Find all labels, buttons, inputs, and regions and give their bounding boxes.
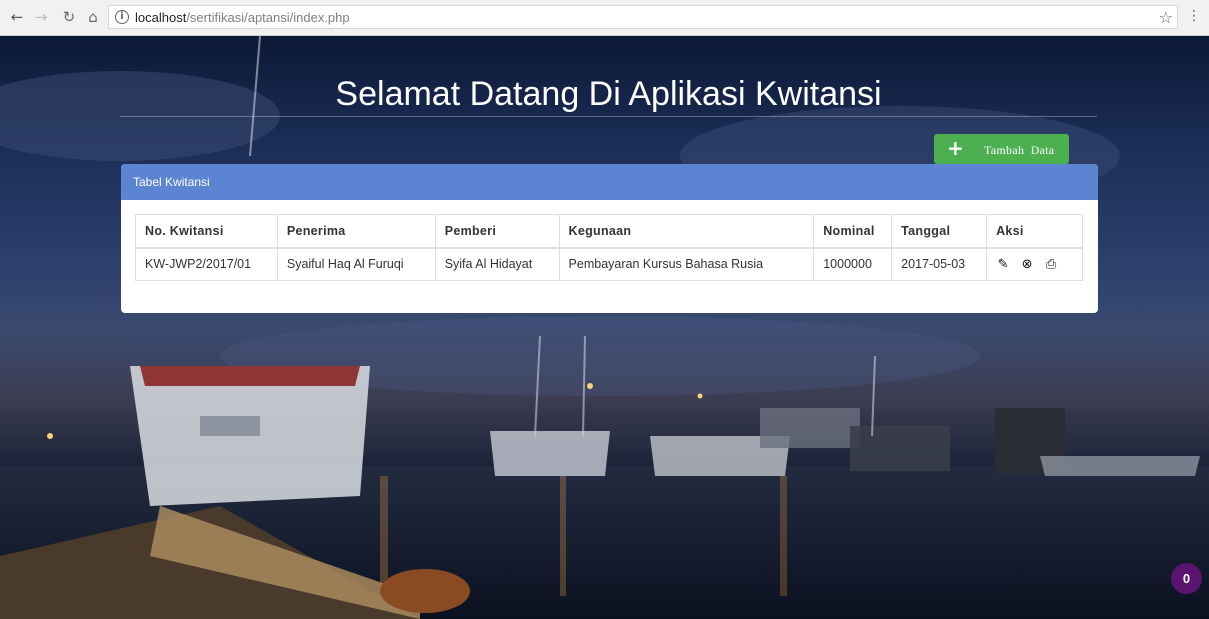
print-icon[interactable]: ⎙: [1044, 257, 1058, 272]
reload-icon[interactable]: ↻: [60, 8, 78, 26]
address-bar[interactable]: i localhost/sertifikasi/aptansi/index.ph…: [108, 5, 1178, 29]
browser-toolbar: ← → ↻ ⌂ i localhost/sertifikasi/aptansi/…: [0, 0, 1209, 36]
forward-arrow-icon[interactable]: →: [32, 8, 50, 26]
star-icon[interactable]: ☆: [1159, 8, 1173, 27]
cell-penerima: Syaiful Haq Al Furuqi: [276, 247, 436, 281]
cell-aksi: ✎ ⊗ ⎙: [986, 247, 1083, 281]
info-icon[interactable]: i: [115, 10, 129, 24]
kwitansi-table: No. Kwitansi Penerima Pemberi Kegunaan N…: [135, 214, 1083, 281]
home-icon[interactable]: ⌂: [84, 8, 102, 26]
page-body: Selamat Datang Di Aplikasi Kwitansi + Ta…: [0, 36, 1209, 619]
cell-tanggal: 2017-05-03: [891, 247, 988, 281]
kwitansi-panel: Tabel Kwitansi No. Kwitansi Penerima Pem…: [121, 164, 1098, 313]
url-text[interactable]: localhost/sertifikasi/aptansi/index.php: [135, 10, 350, 26]
url-host: localhost: [135, 10, 187, 25]
harbor-background: [0, 36, 1209, 619]
column-header-pemberi: Pemberi: [434, 214, 560, 249]
edit-pencil-icon[interactable]: ✎: [996, 257, 1010, 272]
url-path: /sertifikasi/aptansi/index.php: [186, 10, 350, 25]
table-header-row: No. Kwitansi Penerima Pemberi Kegunaan N…: [135, 214, 1083, 249]
column-header-tanggal: Tanggal: [891, 214, 988, 249]
title-divider: [120, 116, 1097, 117]
back-arrow-icon[interactable]: ←: [8, 8, 26, 26]
notification-badge[interactable]: 0: [1171, 563, 1202, 594]
column-header-no-kwitansi: No. Kwitansi: [135, 214, 278, 249]
column-header-aksi: Aksi: [986, 214, 1083, 249]
panel-heading: Tabel Kwitansi: [121, 164, 1098, 200]
menu-dots-icon[interactable]: ⋮: [1187, 8, 1201, 24]
column-header-nominal: Nominal: [813, 214, 893, 249]
column-header-kegunaan: Kegunaan: [558, 214, 815, 249]
column-header-penerima: Penerima: [276, 214, 436, 249]
cell-nominal: 1000000: [813, 247, 893, 281]
add-data-button[interactable]: + Tambah Data: [934, 134, 1069, 164]
table-row: KW-JWP2/2017/01 Syaiful Haq Al Furuqi Sy…: [135, 247, 1083, 281]
cell-no-kwitansi: KW-JWP2/2017/01: [135, 247, 278, 281]
plus-icon: +: [947, 136, 964, 160]
cell-pemberi: Syifa Al Hidayat: [434, 247, 560, 281]
delete-remove-icon[interactable]: ⊗: [1020, 257, 1034, 272]
page-title: Selamat Datang Di Aplikasi Kwitansi: [335, 75, 882, 113]
add-data-label: Tambah Data: [984, 143, 1055, 157]
cell-kegunaan: Pembayaran Kursus Bahasa Rusia: [558, 247, 815, 281]
